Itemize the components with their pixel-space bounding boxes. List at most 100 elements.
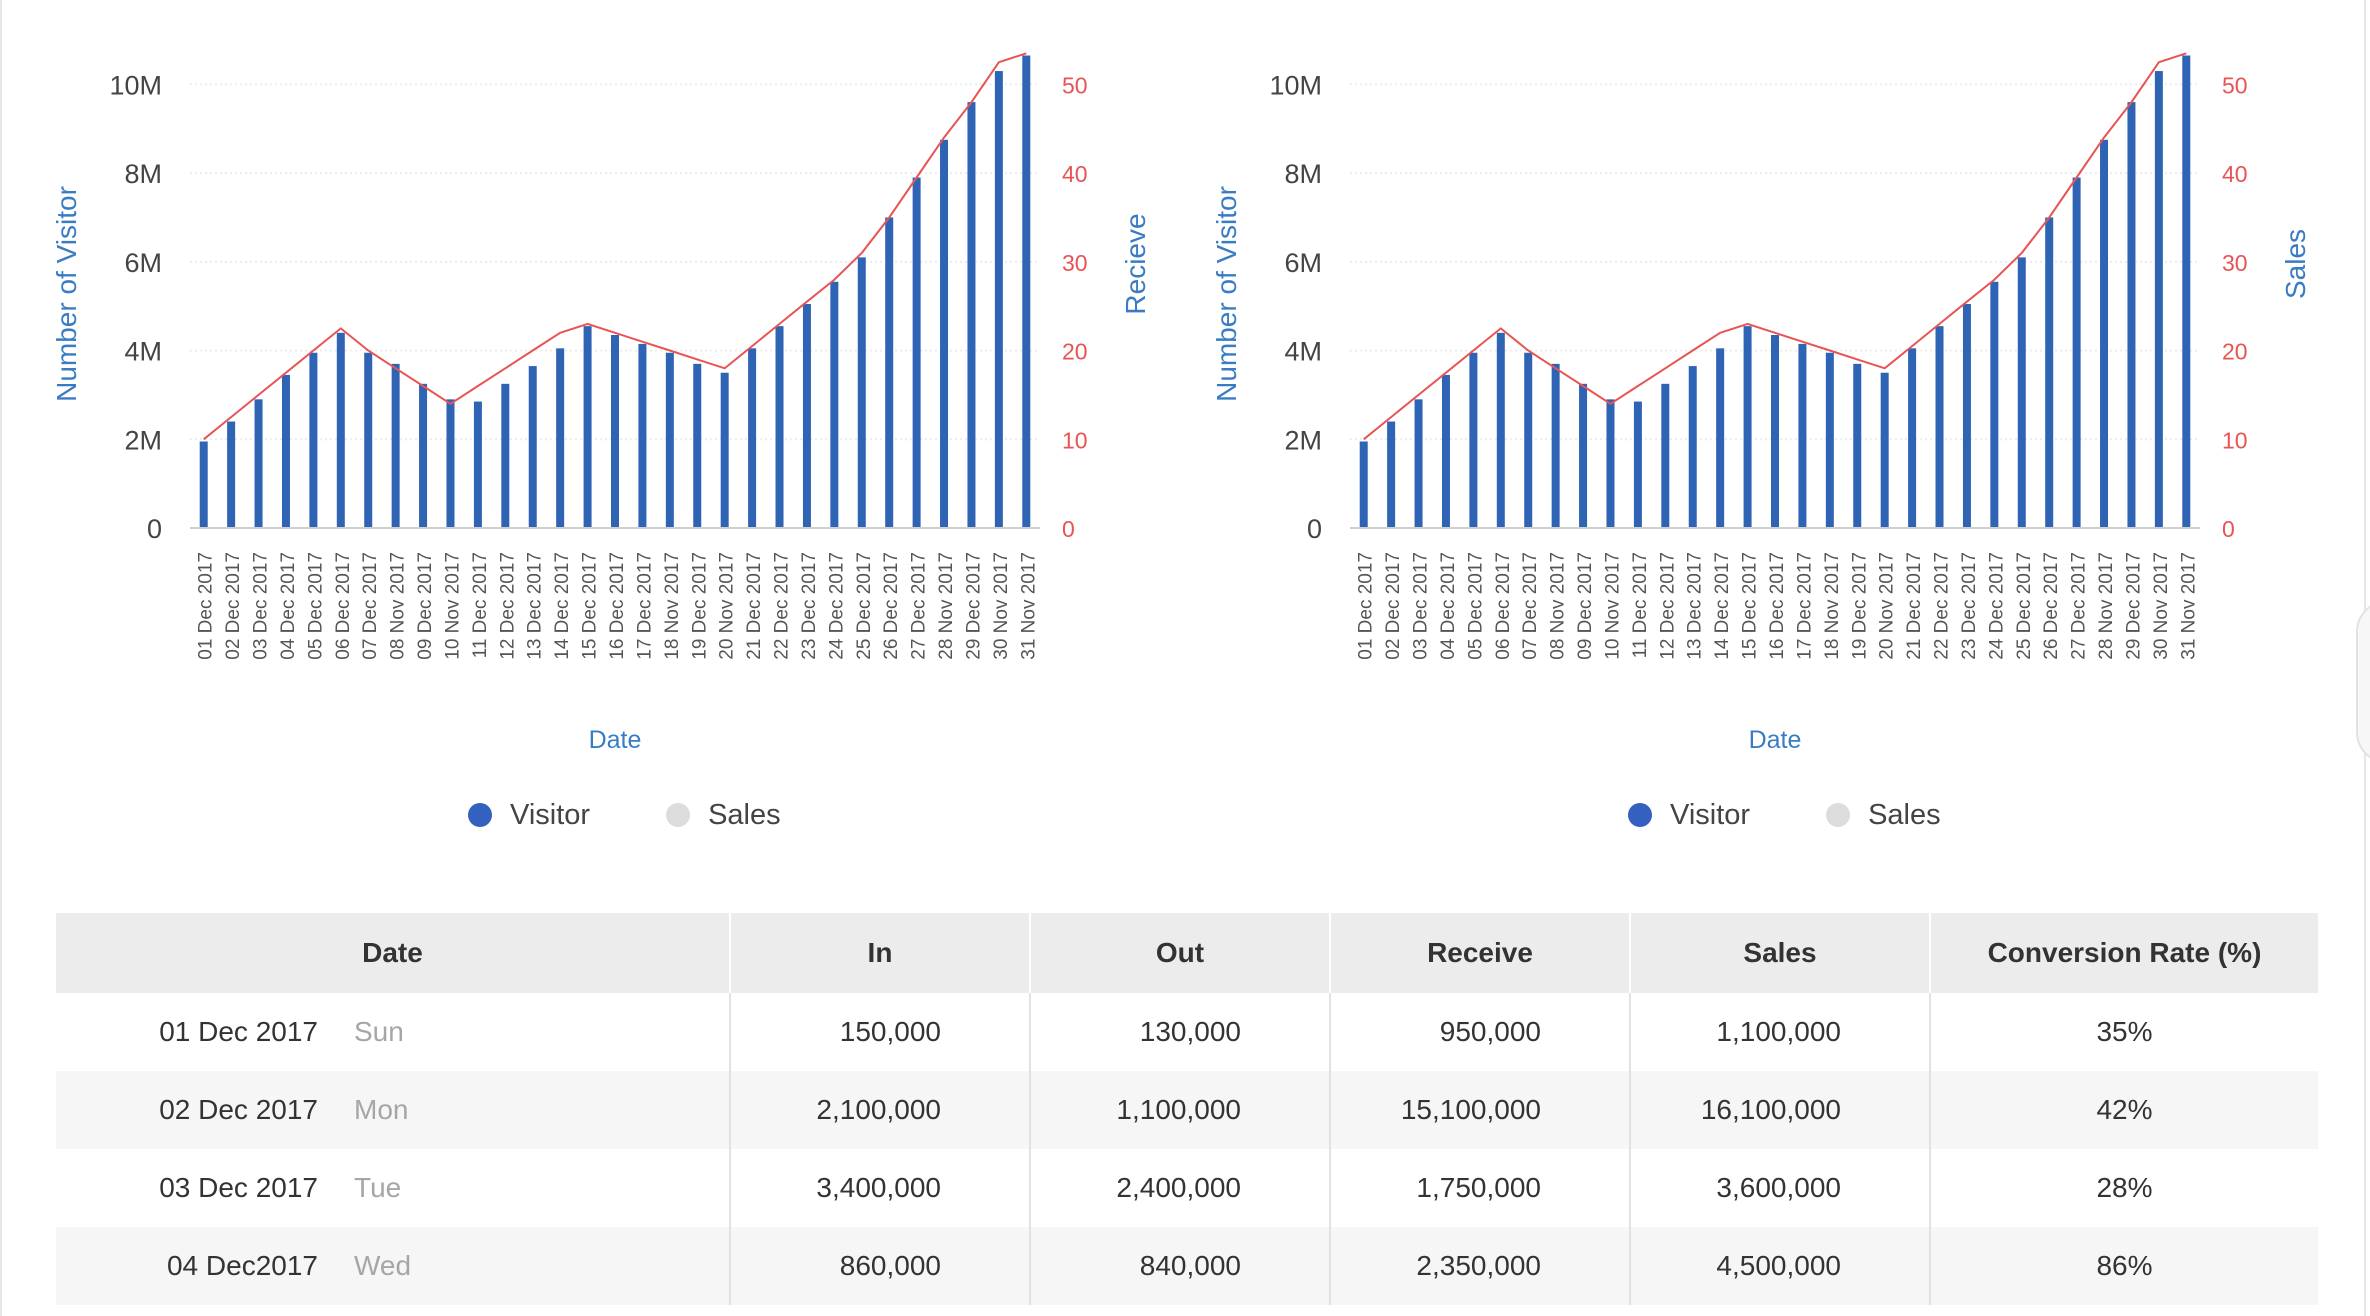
cell-date: 04 Dec2017 Wed: [56, 1227, 730, 1305]
scroll-handle[interactable]: [2356, 600, 2370, 764]
visitor-receive-chart: 0 2M 4M 6M 8M 10M 0 10 20 30 40 50 Number of Visitor…: [51, 52, 1151, 754]
bar-visitor: [857, 257, 866, 528]
bar-visitor: [940, 139, 949, 528]
bar-visitor: [446, 399, 455, 528]
x-tick-label: 07 Dec 2017: [1520, 552, 1541, 660]
x-tick-label: 26 Dec 2017: [881, 552, 902, 660]
cell-conversion: 35%: [1929, 993, 2318, 1071]
col-header-receive[interactable]: Receive: [1329, 913, 1630, 993]
bar-visitor: [528, 366, 537, 528]
y2-tick-label: 40: [2222, 161, 2248, 187]
bar-visitor: [364, 352, 373, 528]
x-tick-label: 18 Nov 2017: [662, 552, 683, 660]
bar-visitor: [2182, 55, 2191, 528]
y-tick-label: 2M: [124, 425, 162, 455]
x-tick-label: 14 Dec 2017: [1712, 552, 1733, 660]
legend-item-sales[interactable]: Sales: [1826, 799, 1941, 832]
x-tick-label: 06 Dec 2017: [1493, 552, 1514, 660]
y2-tick-label: 0: [1062, 516, 1075, 542]
y-tick-label: 0: [1307, 514, 1322, 544]
y-tick-label: 8M: [124, 159, 162, 189]
y-axis-title: Number of Visitor: [51, 186, 82, 402]
cell-in: 860,000: [729, 1227, 1030, 1305]
x-tick-label: 02 Dec 2017: [1383, 552, 1404, 660]
x-tick-label: 28 Nov 2017: [2096, 552, 2117, 660]
bar-visitor: [1414, 399, 1423, 528]
bar-visitor: [199, 441, 208, 528]
legend-item-sales[interactable]: Sales: [666, 799, 781, 832]
x-tick-label: 27 Dec 2017: [2069, 552, 2090, 660]
cell-conversion: 28%: [1929, 1149, 2318, 1227]
y-tick-label: 10M: [109, 70, 162, 100]
bar-visitor: [1771, 335, 1779, 528]
cell-in: 2,100,000: [729, 1071, 1030, 1149]
x-tick-label: 20 Nov 2017: [1877, 552, 1898, 660]
visitor-sales-chart: 0 2M 4M 6M 8M 10M 0 10 20 30 40 50 Number of Visitor…: [1211, 52, 2311, 754]
col-header-conversion[interactable]: Conversion Rate (%): [1929, 913, 2318, 993]
y2-tick-label: 40: [1062, 161, 1088, 187]
col-header-date[interactable]: Date: [56, 913, 730, 993]
date-text: 04 Dec2017: [166, 1250, 318, 1281]
bar-visitor: [1359, 441, 1368, 528]
bar-visitor: [2154, 71, 2163, 529]
bar-visitor: [1990, 281, 1999, 528]
x-tick-label: 10 Nov 2017: [443, 552, 464, 660]
cell-out: 130,000: [1029, 993, 1330, 1071]
day-of-week: Wed: [354, 1250, 412, 1281]
col-header-in[interactable]: In: [729, 913, 1030, 993]
bar-visitor: [748, 348, 757, 528]
x-tick-label: 12 Dec 2017: [1657, 552, 1678, 660]
bar-visitor: [1441, 374, 1450, 528]
chart-legend-left: Visitor Sales: [468, 790, 857, 840]
bar-visitor: [281, 374, 290, 528]
y-axis-title: Number of Visitor: [1211, 186, 1242, 402]
legend-item-visitor[interactable]: Visitor: [468, 799, 590, 832]
legend-dot-sales: [1826, 803, 1851, 827]
bar-visitor: [1606, 399, 1615, 528]
legend-item-visitor[interactable]: Visitor: [1628, 799, 1750, 832]
x-tick-label: 24 Dec 2017: [1986, 552, 2007, 660]
bar-visitor: [802, 303, 811, 528]
legend-dot-visitor: [468, 803, 492, 827]
table-header-row: Date In Out Receive Sales Conversion Rat…: [56, 913, 2318, 993]
x-tick-label: 21 Dec 2017: [1904, 552, 1925, 660]
bar-visitor: [1661, 383, 1670, 528]
y-tick-label: 2M: [1284, 425, 1322, 455]
bar-visitor: [1743, 326, 1752, 528]
cell-date: 03 Dec 2017 Tue: [56, 1149, 730, 1227]
bar-visitor: [309, 352, 318, 528]
table-row: 01 Dec 2017 Sun 150,000 130,000 950,000 1…: [56, 993, 2318, 1071]
bar-visitor: [1825, 352, 1834, 528]
y-tick-label: 0: [147, 514, 162, 544]
bar-visitor: [1935, 326, 1944, 528]
day-of-week: Sun: [354, 1016, 404, 1047]
x-tick-label: 05 Dec 2017: [305, 552, 326, 660]
cell-date: 01 Dec 2017 Sun: [56, 993, 730, 1071]
cell-out: 2,400,000: [1029, 1149, 1330, 1227]
col-header-out[interactable]: Out: [1029, 913, 1330, 993]
cell-date: 02 Dec 2017 Mon: [56, 1071, 730, 1149]
x-tick-label: 30 Nov 2017: [991, 552, 1012, 660]
bar-visitor: [254, 399, 263, 528]
bar-visitor: [419, 383, 428, 528]
legend-dot-sales: [666, 803, 691, 827]
bar-visitor: [473, 401, 482, 528]
bar-visitor: [1688, 366, 1697, 528]
x-tick-label: 28 Nov 2017: [936, 552, 957, 660]
cell-receive: 2,350,000: [1329, 1227, 1630, 1305]
bar-visitor: [1022, 55, 1031, 528]
x-tick-label: 26 Dec 2017: [2041, 552, 2062, 660]
x-tick-label: 12 Dec 2017: [497, 552, 518, 660]
legend-label-sales: Sales: [708, 798, 781, 831]
bar-visitor: [1524, 352, 1533, 528]
y-tick-label: 4M: [124, 337, 162, 367]
table-row: 03 Dec 2017 Tue 3,400,000 2,400,000 1,750…: [56, 1149, 2318, 1227]
x-tick-label: 29 Dec 2017: [964, 552, 985, 660]
bar-visitor: [1880, 372, 1889, 528]
col-header-sales[interactable]: Sales: [1629, 913, 1930, 993]
x-tick-label: 23 Dec 2017: [799, 552, 820, 660]
x-tick-label: 18 Nov 2017: [1822, 552, 1843, 660]
x-tick-label: 25 Dec 2017: [854, 552, 875, 660]
y2-tick-label: 50: [2222, 72, 2248, 98]
date-text: 01 Dec 2017: [159, 1016, 318, 1047]
